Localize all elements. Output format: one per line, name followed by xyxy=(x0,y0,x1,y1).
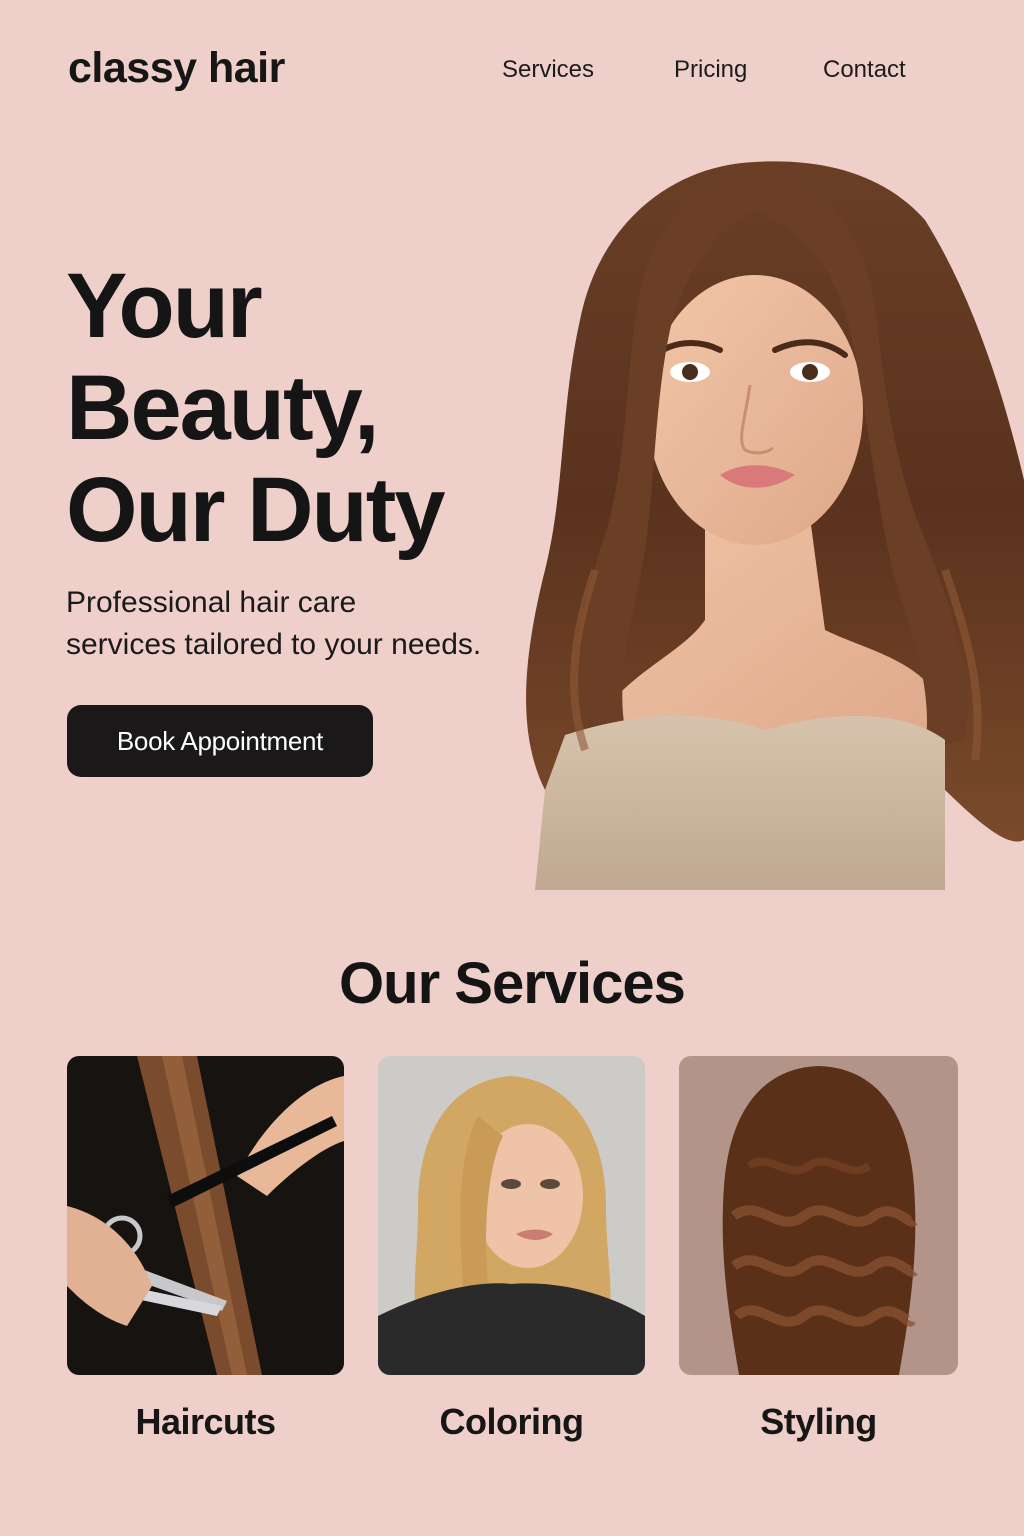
nav-link-contact[interactable]: Contact xyxy=(823,56,906,84)
service-card-coloring[interactable]: Coloring xyxy=(378,1056,645,1442)
nav-link-services[interactable]: Services xyxy=(502,56,594,84)
page: classy hair Services Pricing Contact You… xyxy=(0,0,1024,1536)
coloring-image xyxy=(378,1056,645,1375)
hero-portrait-image xyxy=(505,150,1024,890)
service-label-styling: Styling xyxy=(760,1401,877,1442)
hero-title-line: Our Duty xyxy=(66,459,446,561)
service-label-haircuts: Haircuts xyxy=(135,1401,276,1442)
hero-title-line: Your xyxy=(66,255,263,357)
hero-title-line: Beauty, xyxy=(66,357,380,459)
service-label-coloring: Coloring xyxy=(439,1401,584,1442)
hero-subtitle-line: Professional hair care xyxy=(66,586,357,619)
services-heading: Our Services xyxy=(339,951,686,1016)
service-card-haircuts[interactable]: Haircuts xyxy=(67,1056,344,1442)
hero-subtitle-line: services tailored to your needs. xyxy=(66,628,482,661)
hero-title: Your Beauty, Our Duty xyxy=(66,255,446,561)
nav-link-pricing[interactable]: Pricing xyxy=(674,56,747,84)
main-nav: Services Pricing Contact xyxy=(0,56,1024,88)
haircuts-image xyxy=(67,1056,344,1375)
book-appointment-button[interactable]: Book Appointment xyxy=(67,705,373,777)
styling-image xyxy=(679,1056,958,1375)
hero-subtitle: Professional hair care services tailored… xyxy=(66,582,481,666)
service-card-styling[interactable]: Styling xyxy=(679,1056,958,1442)
